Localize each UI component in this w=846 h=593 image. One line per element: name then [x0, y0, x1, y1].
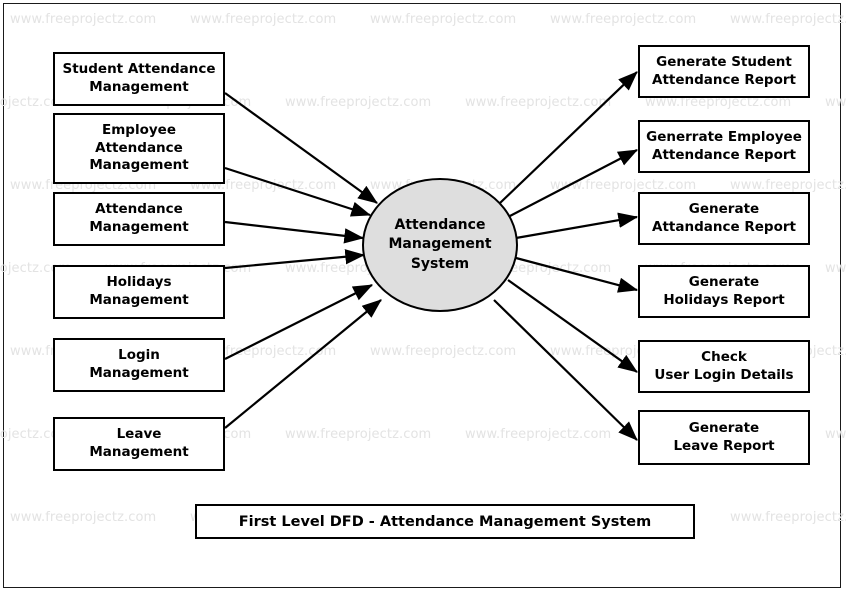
- entity-label: Generate Holidays Report: [663, 273, 785, 308]
- edge-process-to-generate-student-attendance-report: [499, 71, 638, 204]
- entity-label: Student Attendance Management: [62, 61, 216, 95]
- entity-generate-employee-attendance-report[interactable]: Generrate Employee Attendance Report: [638, 120, 810, 173]
- dfd-diagram-canvas: www.freeprojectz.com www.freeprojectz.com…: [0, 0, 846, 593]
- entity-label: Generate Attandance Report: [652, 200, 796, 235]
- edge-process-to-generate-employee-attendance-report: [505, 149, 638, 219]
- edge-attendance-management-to-process: [224, 220, 365, 244]
- edge-employee-attendance-management-to-process: [224, 166, 372, 217]
- entity-label: Attendance Management: [89, 201, 189, 235]
- entity-employee-attendance-management[interactable]: Employee Attendance Management: [53, 113, 225, 184]
- entity-generate-student-attendance-report[interactable]: Generate Student Attendance Report: [638, 45, 810, 98]
- entity-leave-management[interactable]: Leave Management: [53, 417, 225, 471]
- edge-process-to-check-user-login-details: [507, 279, 638, 373]
- entity-student-attendance-management[interactable]: Student Attendance Management: [53, 52, 225, 106]
- entity-label: Check User Login Details: [654, 348, 794, 383]
- process-attendance-management-system[interactable]: Attendance Management System: [362, 178, 518, 312]
- entity-generate-holidays-report[interactable]: Generate Holidays Report: [638, 265, 810, 318]
- entity-generate-leave-report[interactable]: Generate Leave Report: [638, 410, 810, 465]
- edge-process-to-generate-attendance-report: [515, 212, 639, 240]
- diagram-caption-text: First Level DFD - Attendance Management …: [238, 513, 652, 530]
- edge-process-to-generate-holidays-report: [515, 256, 639, 293]
- entity-attendance-management[interactable]: Attendance Management: [53, 192, 225, 246]
- entity-check-user-login-details[interactable]: Check User Login Details: [638, 340, 810, 393]
- entity-holidays-management[interactable]: Holidays Management: [53, 265, 225, 319]
- entity-login-management[interactable]: Login Management: [53, 338, 225, 392]
- edge-login-management-to-process: [224, 284, 373, 360]
- entity-generate-attendance-report[interactable]: Generate Attandance Report: [638, 192, 810, 245]
- entity-label: Login Management: [89, 347, 189, 381]
- entity-label: Holidays Management: [89, 274, 189, 308]
- diagram-caption-box: First Level DFD - Attendance Management …: [195, 504, 695, 539]
- entity-label: Leave Management: [89, 426, 189, 460]
- entity-label: Employee Attendance Management: [89, 121, 189, 174]
- process-label: Attendance Management System: [388, 217, 492, 272]
- entity-label: Generrate Employee Attendance Report: [646, 128, 802, 163]
- edge-holidays-management-to-process: [224, 249, 366, 270]
- entity-label: Generate Leave Report: [673, 419, 775, 454]
- edge-student-attendance-management-to-process: [224, 92, 378, 204]
- entity-label: Generate Student Attendance Report: [652, 53, 796, 88]
